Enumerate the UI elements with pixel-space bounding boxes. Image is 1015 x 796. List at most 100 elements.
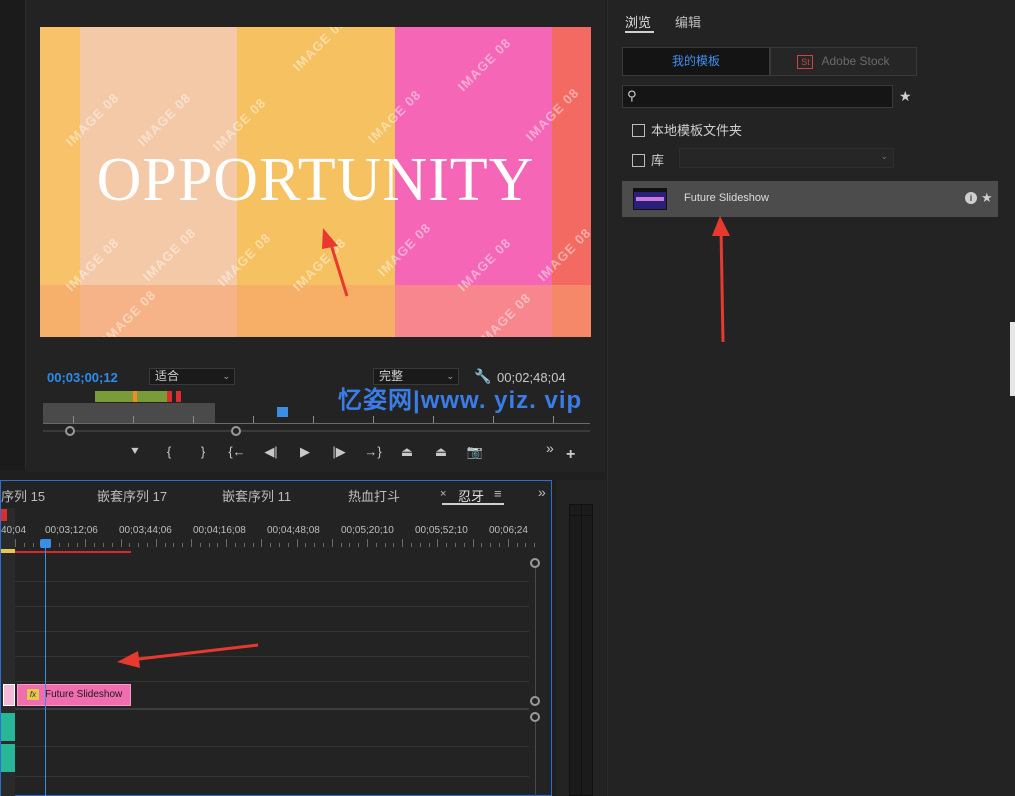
ruler-tick xyxy=(433,416,434,423)
left-panel-strip xyxy=(0,0,26,470)
audio-meter xyxy=(569,504,593,796)
template-item-future-slideshow[interactable]: Future Slideshow i ★ xyxy=(622,181,998,217)
zoom-level-value: 适合 xyxy=(155,369,180,383)
track-divider xyxy=(15,776,529,777)
ruler-tick xyxy=(155,539,157,547)
ruler-tick xyxy=(437,539,439,547)
tabs-overflow-icon[interactable]: » xyxy=(538,484,546,500)
ruler-tick xyxy=(507,539,509,547)
tab-sequence-15[interactable]: 序列 15 xyxy=(1,486,45,505)
ruler-tick xyxy=(419,543,421,547)
scrollbar-handle-top[interactable] xyxy=(530,558,540,568)
zoom-level-select[interactable]: 适合 ⌄ xyxy=(149,368,235,385)
step-back-icon[interactable]: ◀| xyxy=(254,444,288,464)
checkbox-icon xyxy=(632,124,645,137)
add-button-icon[interactable]: + xyxy=(566,446,575,464)
ruler-tick xyxy=(373,416,374,423)
ruler-tick xyxy=(525,543,527,547)
mark-in-icon[interactable]: { xyxy=(152,444,186,464)
panel-menu-icon[interactable]: ≡ xyxy=(494,486,502,501)
export-frame-icon[interactable]: 📷 xyxy=(458,444,492,464)
scrollbar-handle-bottom[interactable] xyxy=(530,696,540,706)
timeline-tabs: 序列 15 嵌套序列 17 嵌套序列 11 热血打斗 × 忍牙 ≡ » xyxy=(1,481,551,507)
scrollbar-handle-top[interactable] xyxy=(530,712,540,722)
ruler-tick xyxy=(129,543,131,547)
extract-icon[interactable]: ⏏ xyxy=(424,444,458,464)
ruler-tick xyxy=(384,543,386,547)
chevron-down-icon: ⌄ xyxy=(880,151,888,161)
ruler-tick xyxy=(103,543,104,547)
scrollbar-handle-left[interactable] xyxy=(65,426,75,436)
ruler-time-label: 00;04;16;08 xyxy=(193,525,246,536)
marker-red xyxy=(167,391,172,402)
transport-controls: ⯆ { } {← ◀| ▶ |▶ →} ⏏ ⏏ 📷 xyxy=(118,444,492,464)
ruler-tick xyxy=(94,543,96,547)
play-icon[interactable]: ▶ xyxy=(288,444,322,464)
tab-nested-sequence-17[interactable]: 嵌套序列 17 xyxy=(97,486,167,505)
add-marker-icon[interactable]: ⯆ xyxy=(118,444,152,464)
ruler-tick xyxy=(279,543,280,547)
panel-edge-handle[interactable] xyxy=(1010,322,1015,396)
ruler-tick xyxy=(164,543,166,547)
ruler-tick xyxy=(147,543,148,547)
current-timecode[interactable]: 00;03;00;12 xyxy=(47,370,118,385)
ruler-tick xyxy=(76,543,78,547)
monitor-zoom-scrollbar[interactable] xyxy=(43,430,590,432)
go-to-out-icon[interactable]: →} xyxy=(356,444,390,464)
audio-waveform[interactable] xyxy=(1,744,15,772)
more-controls-icon[interactable]: » xyxy=(546,440,554,456)
go-to-in-icon[interactable]: {← xyxy=(220,444,254,464)
tab-edit[interactable]: 编辑 xyxy=(675,12,701,31)
adobe-stock-button[interactable]: St Adobe Stock xyxy=(770,47,917,76)
info-icon[interactable]: i xyxy=(965,192,977,204)
scrollbar-handle-right[interactable] xyxy=(231,426,241,436)
ruler-tick xyxy=(217,543,219,547)
playhead-handle[interactable] xyxy=(40,539,51,548)
program-video-frame: IMAGE 08 IMAGE 08 IMAGE 08 IMAGE 08 IMAG… xyxy=(40,27,591,337)
tab-nested-sequence-11[interactable]: 嵌套序列 11 xyxy=(222,486,291,505)
close-icon[interactable]: × xyxy=(440,488,446,500)
local-templates-folder-checkbox[interactable]: 本地模板文件夹 xyxy=(632,120,742,139)
ruler-tick xyxy=(463,543,465,547)
chevron-down-icon: ⌄ xyxy=(222,371,230,381)
template-search-input[interactable]: ⚲ xyxy=(622,85,893,108)
favorites-filter-star-icon[interactable]: ★ xyxy=(899,88,912,105)
ruler-tick xyxy=(411,543,412,547)
lift-icon[interactable]: ⏏ xyxy=(390,444,424,464)
ruler-tick xyxy=(375,543,377,547)
timeline-clip-future-slideshow[interactable]: fx Future Slideshow xyxy=(17,684,131,706)
vertical-scrollbar-video[interactable] xyxy=(535,567,536,697)
ruler-tick xyxy=(15,539,16,547)
step-forward-icon[interactable]: |▶ xyxy=(322,444,356,464)
timeline-playhead[interactable] xyxy=(45,540,46,796)
ruler-tick xyxy=(499,543,500,547)
video-title-text: OPPORTUNITY xyxy=(96,146,535,214)
favorite-star-icon[interactable]: ★ xyxy=(981,190,993,206)
checkbox-icon xyxy=(632,154,645,167)
timeline-clip-prev[interactable] xyxy=(3,684,15,706)
my-templates-button[interactable]: 我的模板 xyxy=(622,47,770,76)
video-audio-divider xyxy=(15,708,529,710)
vertical-scrollbar-audio[interactable] xyxy=(535,721,536,796)
marker-strip xyxy=(95,391,167,402)
library-select[interactable]: ⌄ xyxy=(679,148,894,168)
ruler-tick xyxy=(193,416,194,423)
template-thumbnail xyxy=(633,188,667,210)
ruler-tick xyxy=(32,543,34,547)
ruler-tick xyxy=(133,416,134,423)
audio-waveform[interactable] xyxy=(1,713,15,741)
ruler-time-label: 00;04;48;08 xyxy=(267,525,320,536)
ruler-tick xyxy=(120,539,122,547)
clip-label: Future Slideshow xyxy=(45,689,123,700)
ruler-tick xyxy=(481,543,483,547)
ruler-tick xyxy=(270,543,272,547)
ruler-tick xyxy=(553,416,554,423)
tab-browse[interactable]: 浏览 xyxy=(625,12,651,31)
tab-hot-blood-fight[interactable]: 热血打斗 xyxy=(348,486,400,505)
playhead-marker[interactable] xyxy=(277,407,288,417)
ruler-tick xyxy=(85,539,87,547)
mark-out-icon[interactable]: } xyxy=(186,444,220,464)
library-checkbox[interactable]: 库 xyxy=(632,150,664,169)
local-templates-folder-label: 本地模板文件夹 xyxy=(651,123,743,138)
timeline-ruler-ticks[interactable] xyxy=(15,539,536,547)
